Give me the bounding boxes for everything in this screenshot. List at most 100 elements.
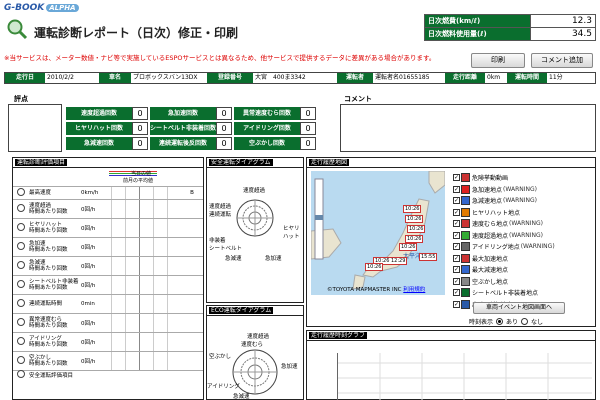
legend-marker-icon (461, 299, 470, 309)
legend-label: 最大減速地点 (472, 267, 509, 275)
safety-label-right: ヒヤリ ハット (283, 226, 300, 240)
map-marker[interactable]: 10:26 (405, 215, 424, 223)
add-comment-button[interactable]: コメント追加 (531, 53, 593, 68)
legend-label: 急加速地点 (472, 186, 503, 194)
score-label: 評点 (14, 95, 28, 103)
legend-checkbox[interactable]: ✓ (453, 208, 460, 216)
legend-checkbox[interactable]: ✓ (453, 174, 460, 182)
map-legend-item: ✓ 速度むら地点 (WARNING) (453, 218, 595, 230)
count-speed-variation: 異常速度むら回数 0 (234, 107, 318, 120)
legend-checkbox[interactable]: ✓ (453, 266, 460, 274)
map-legend-item: ✓ アイドリング地点 (WARNING) (453, 241, 595, 253)
map-marker[interactable]: 10:26 (399, 243, 418, 251)
time-on-radio[interactable] (496, 318, 504, 325)
map-marker[interactable]: 10:26 (407, 225, 426, 233)
score-box (8, 104, 62, 152)
map-legend-item: ✓ 最大減速地点 (453, 264, 595, 276)
eval-row-value: 0回/h (81, 321, 96, 327)
info-key-vehicle: 車名 (99, 73, 131, 83)
time-display-option: 時刻表示 あり なし (469, 317, 543, 326)
count-no-seatbelt: シートベルト非装着回数 0 (150, 122, 234, 135)
eval-row-value: 0回/h (81, 245, 96, 251)
eval-row-gauge (111, 295, 181, 313)
eval-row-icon (13, 242, 29, 252)
safety-radar (236, 199, 274, 237)
eval-footer-icon (13, 370, 29, 380)
info-value-plate: 大宮 400ま3342 (253, 73, 337, 83)
safety-label-top: 速度超過 (243, 188, 266, 194)
eval-row-icon (13, 280, 29, 290)
logo-badge: ALPHA (46, 4, 79, 12)
legend-marker-icon (461, 196, 470, 206)
eval-header: 運転診断評価項目 (13, 158, 203, 168)
route-map[interactable]: 太平洋 ©TOYOTA MAPMASTER INC 利用規約 10:26 10:2… (311, 171, 445, 295)
safety-label-bl: 急減速 (225, 256, 242, 262)
safety-label-left2: 非装着 シートベルト (209, 238, 243, 252)
info-key-plate: 登録番号 (207, 73, 253, 83)
legend-checkbox[interactable]: ✓ (453, 231, 460, 239)
print-button[interactable]: 印刷 (471, 53, 525, 68)
time-off-label: なし (531, 319, 544, 326)
eval-panel: 運転診断評価項目 当日の値 前月の平均値 最高速度 0km/h B 速度超過 時間あたり… (12, 157, 204, 400)
info-value-date: 2010/2/2 (45, 73, 99, 83)
eval-row-value: 0回/h (81, 340, 96, 346)
legend-marker-icon (461, 253, 470, 263)
eval-row-name: アイドリング 時間あたり回数 (29, 335, 68, 349)
legend-marker-icon (461, 219, 470, 229)
comment-box[interactable] (340, 104, 596, 152)
legend-checkbox[interactable]: ✓ (453, 300, 460, 308)
eval-row: ヒヤリハット 時間あたり回数 0回/h (13, 218, 203, 237)
info-key-distance: 走行距離 (445, 73, 485, 83)
map-marker[interactable]: 15:55 (419, 253, 438, 261)
eval-row-name: 急減速 時間あたり回数 (29, 259, 68, 273)
legend-checkbox[interactable]: ✓ (453, 289, 460, 297)
map-legend-item: ✓ シートベルト非装着地点 (453, 287, 595, 299)
map-header: 走行履歴地図 (307, 158, 595, 168)
legend-label: シートベルト非装着地点 (472, 290, 539, 298)
map-marker[interactable]: 10:26 (405, 235, 424, 243)
count-near-miss: ヒヤリハット回数 0 (66, 122, 150, 135)
eval-row-name: ヒヤリハット 時間あたり回数 (29, 221, 68, 235)
time-off-radio[interactable] (521, 318, 529, 325)
count-idling: アイドリング回数 0 (234, 122, 318, 135)
page-title: 運転診断レポート（日次）修正・印刷 (34, 26, 239, 40)
legend-checkbox[interactable]: ✓ (453, 185, 460, 193)
time-graph-area (337, 353, 592, 400)
map-legend-item: ✓ 急加速地点 (WARNING) (453, 184, 595, 196)
eco-label-bl: 急減速 (233, 394, 250, 400)
japan-map-shape (311, 171, 445, 290)
notice-text: ※当サービスは、メーター数値・ナビ等で実施しているESPOサービスとは異なるため… (4, 54, 436, 62)
vehicle-event-map-button[interactable]: 車両イベント地図画面へ (473, 302, 565, 314)
eval-row-icon (13, 188, 29, 198)
eval-row-gauge (111, 257, 181, 275)
graph-header: 走行履歴時刻グラフ (307, 331, 595, 341)
info-key-date: 走行日 (5, 73, 45, 83)
eval-row: シートベルト非装着 時間あたり回数 0回/h (13, 275, 203, 294)
eval-row-gauge (111, 200, 181, 218)
map-legend-item: ✓ ヒヤリハット地点 (453, 207, 595, 219)
legend-checkbox[interactable]: ✓ (453, 254, 460, 262)
legend-marker-icon (461, 242, 470, 252)
legend-checkbox[interactable]: ✓ (453, 220, 460, 228)
legend-label: ヒヤリハット地点 (472, 209, 521, 217)
fuel-summary: 日次燃費(km/ℓ) 12.3 日次燃料使用量(ℓ) 34.5 (424, 14, 596, 41)
eval-row-gauge (111, 219, 181, 237)
map-marker[interactable]: 10:26 (365, 263, 384, 271)
time-display-label: 時刻表示 (469, 319, 494, 326)
eval-row-icon (13, 204, 29, 214)
legend-label: 空ぶかし地点 (472, 278, 509, 286)
time-graph-panel: 走行履歴時刻グラフ (306, 330, 596, 400)
legend-checkbox[interactable]: ✓ (453, 277, 460, 285)
legend-marker-icon (461, 276, 470, 286)
eval-footer: 安全運転評価項目 (13, 370, 203, 379)
eval-row-gauge (111, 276, 181, 294)
eco-label-mid: 速度むら (241, 342, 264, 348)
map-marker[interactable]: 10:26 (403, 205, 422, 213)
eval-footer-label: 安全運転評価項目 (29, 373, 74, 379)
map-legend: ✓ 危険挙動動画 ✓ 急加速地点 (WARNING) ✓ 急減速地点 (WARNING) ✓ ヒヤ… (453, 172, 595, 310)
legend-checkbox[interactable]: ✓ (453, 243, 460, 251)
legend-checkbox[interactable]: ✓ (453, 197, 460, 205)
eval-row: 急減速 時間あたり回数 0回/h (13, 256, 203, 275)
map-terms-link[interactable]: 利用規約 (403, 287, 425, 293)
fuel-economy-value: 12.3 (530, 14, 596, 28)
